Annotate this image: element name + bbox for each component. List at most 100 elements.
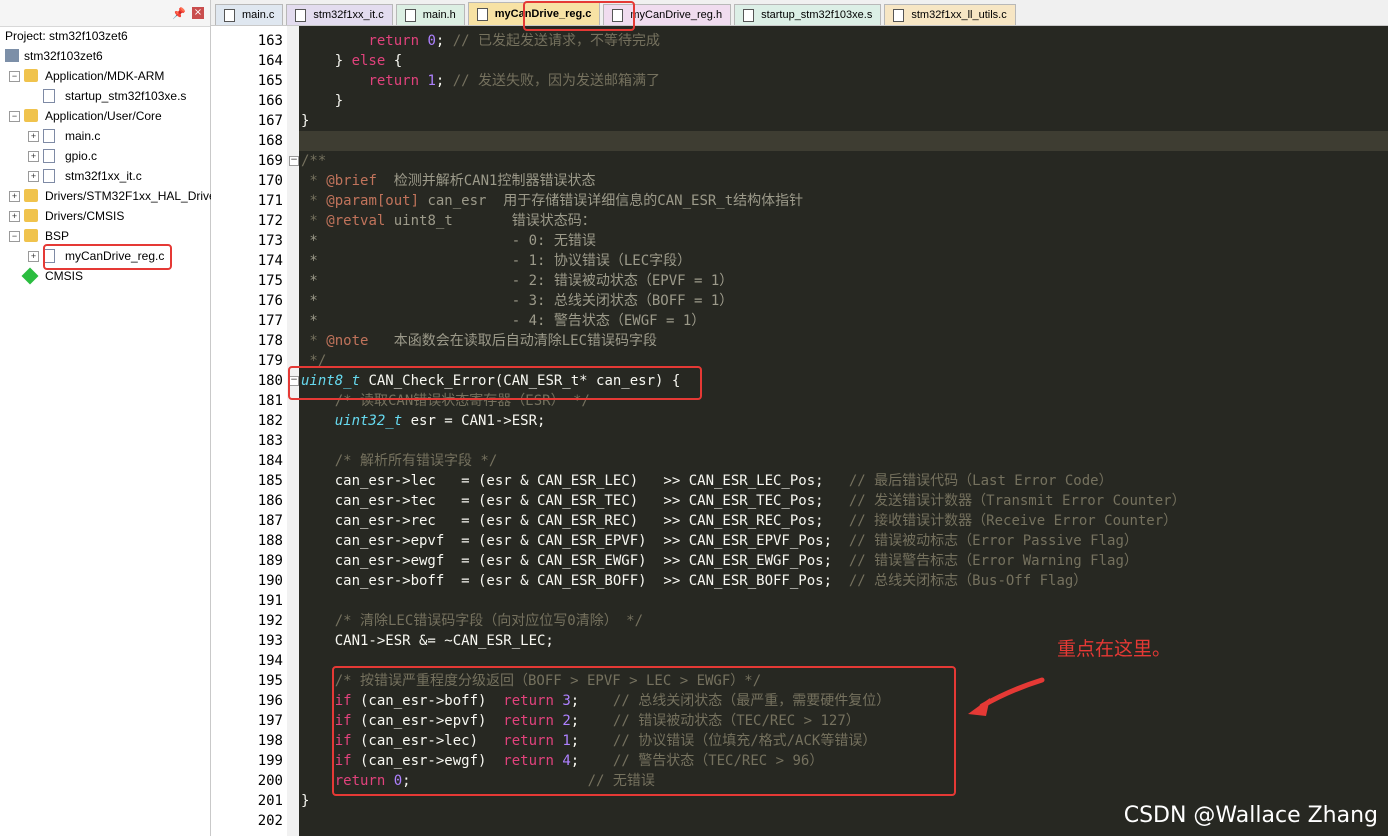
project-root-row[interactable]: stm32f103zet6 <box>0 46 210 66</box>
tab-startup-stm32f103xe-s[interactable]: startup_stm32f103xe.s <box>734 4 882 25</box>
code-line[interactable]: 164 } else { <box>211 51 1388 71</box>
code-line[interactable]: 189 can_esr->ewgf = (esr & CAN_ESR_EWGF)… <box>211 551 1388 571</box>
expand-icon[interactable]: + <box>9 191 20 202</box>
code-line[interactable]: 202 <box>211 811 1388 831</box>
code-line[interactable]: 180− uint8_t CAN_Check_Error(CAN_ESR_t* c… <box>211 371 1388 391</box>
code-token: 2 <box>562 713 571 729</box>
collapse-icon[interactable]: − <box>9 71 20 82</box>
tab-label: stm32f1xx_ll_utils.c <box>911 9 1007 21</box>
tree-item[interactable]: + myCanDrive_reg.c <box>0 246 210 266</box>
code-line[interactable]: 165 return 1; // 发送失败，因为发送邮箱满了 <box>211 71 1388 91</box>
code-token: // 最后错误代码（Last Error Code） <box>848 473 1113 489</box>
code-line[interactable]: 173 * - 0: 无错误 <box>211 231 1388 251</box>
code-token: uint8_t 错误状态码： <box>385 213 596 229</box>
expand-icon[interactable]: + <box>28 131 39 142</box>
line-number: 200 <box>257 773 283 789</box>
project-root-icon <box>5 49 19 62</box>
code-line[interactable]: 194 <box>211 651 1388 671</box>
tree-item[interactable]: + stm32f1xx_it.c <box>0 166 210 186</box>
project-panel: 📌 × Project: stm32f103zet6 stm32f103zet6… <box>0 0 220 836</box>
code-line[interactable]: 187 can_esr->rec = (esr & CAN_ESR_REC) >… <box>211 511 1388 531</box>
code-line[interactable]: 199 if (can_esr->ewgf) return 4; // 警告状态… <box>211 751 1388 771</box>
code-line[interactable]: 198 if (can_esr->lec) return 1; // 协议错误（… <box>211 731 1388 751</box>
code-token: ; <box>570 733 613 749</box>
collapse-icon[interactable]: − <box>9 111 20 122</box>
code-line[interactable]: 183 <box>211 431 1388 451</box>
code-line[interactable]: 185 can_esr->lec = (esr & CAN_ESR_LEC) >… <box>211 471 1388 491</box>
tree-item[interactable]: CMSIS <box>0 266 210 286</box>
code-line[interactable]: 174 * - 1: 协议错误（LEC字段） <box>211 251 1388 271</box>
code-line[interactable]: 201} <box>211 791 1388 811</box>
code-line[interactable]: 163 return 0; // 已发起发送请求，不等待完成 <box>211 31 1388 51</box>
tree-item[interactable]: + main.c <box>0 126 210 146</box>
tab-main-c[interactable]: main.c <box>215 4 284 25</box>
code-line[interactable]: 179 */ <box>211 351 1388 371</box>
code-token: else <box>351 53 386 69</box>
file-icon <box>224 8 235 22</box>
expand-icon[interactable]: + <box>9 211 20 222</box>
code-text: * @retval uint8_t 错误状态码： <box>301 211 596 231</box>
code-line[interactable]: 182 uint32_t esr = CAN1->ESR; <box>211 411 1388 431</box>
code-text: if (can_esr->boff) return 3; // 总线关闭状态（最… <box>301 691 890 711</box>
code-line[interactable]: 186 can_esr->tec = (esr & CAN_ESR_TEC) >… <box>211 491 1388 511</box>
code-line[interactable]: 168 <box>211 131 1388 151</box>
code-text: if (can_esr->epvf) return 2; // 错误被动状态（T… <box>301 711 860 731</box>
expand-icon[interactable]: + <box>28 251 39 262</box>
line-number: 201 <box>257 793 283 809</box>
code-token: (can_esr->epvf) <box>351 713 504 729</box>
tree-item[interactable]: + Drivers/CMSIS <box>0 206 210 226</box>
code-line[interactable]: 195 /* 按错误严重程度分级返回（BOFF > EPVF > LEC > E… <box>211 671 1388 691</box>
code-line[interactable]: 170 * @brief 检测并解析CAN1控制器错误状态 <box>211 171 1388 191</box>
code-line[interactable]: 196 if (can_esr->boff) return 3; // 总线关闭… <box>211 691 1388 711</box>
fold-toggle-icon[interactable]: − <box>289 376 299 386</box>
tab-mycandrive-reg-c[interactable]: myCanDrive_reg.c <box>467 2 601 25</box>
tab-stm32f1xx-it-c[interactable]: stm32f1xx_it.c <box>286 4 393 25</box>
code-token: 检测并解析CAN1控制器错误状态 <box>376 173 596 189</box>
code-line[interactable]: 192 /* 清除LEC错误码字段（向对应位写0清除） */ <box>211 611 1388 631</box>
tree-item[interactable]: − Application/User/Core <box>0 106 210 126</box>
tab-mycandrive-reg-h[interactable]: myCanDrive_reg.h <box>603 4 732 25</box>
tree-item[interactable]: startup_stm32f103xe.s <box>0 86 210 106</box>
close-icon[interactable]: × <box>192 7 204 19</box>
code-text: CAN1->ESR &= ~CAN_ESR_LEC; <box>301 631 554 651</box>
code-line[interactable]: 191 <box>211 591 1388 611</box>
tab-main-h[interactable]: main.h <box>395 4 465 25</box>
code-line[interactable]: 172 * @retval uint8_t 错误状态码： <box>211 211 1388 231</box>
code-line[interactable]: 200 return 0; // 无错误 <box>211 771 1388 791</box>
code-line[interactable]: 181 /* 读取CAN错误状态寄存器（ESR） */ <box>211 391 1388 411</box>
tab-stm32f1xx-ll-utils-c[interactable]: stm32f1xx_ll_utils.c <box>884 4 1016 25</box>
code-token: * <box>301 173 327 189</box>
code-line[interactable]: 177 * - 4: 警告状态（EWGF = 1） <box>211 311 1388 331</box>
code-line[interactable]: 190 can_esr->boff = (esr & CAN_ESR_BOFF)… <box>211 571 1388 591</box>
line-number: 164 <box>257 53 283 69</box>
code-line[interactable]: 176 * - 3: 总线关闭状态（BOFF = 1） <box>211 291 1388 311</box>
code-line[interactable]: 175 * - 2: 错误被动状态（EPVF = 1） <box>211 271 1388 291</box>
code-line[interactable]: 193 CAN1->ESR &= ~CAN_ESR_LEC; <box>211 631 1388 651</box>
tree-item[interactable]: − Application/MDK-ARM <box>0 66 210 86</box>
code-line[interactable]: 188 can_esr->epvf = (esr & CAN_ESR_EPVF)… <box>211 531 1388 551</box>
code-line[interactable]: 171 * @param[out] can_esr 用于存储错误详细信息的CAN… <box>211 191 1388 211</box>
code-text: can_esr->ewgf = (esr & CAN_ESR_EWGF) >> … <box>301 551 1138 571</box>
collapse-icon[interactable]: − <box>9 231 20 242</box>
code-line[interactable]: 184 /* 解析所有错误字段 */ <box>211 451 1388 471</box>
tree-item[interactable]: + gpio.c <box>0 146 210 166</box>
code-line[interactable]: 167} <box>211 111 1388 131</box>
line-number: 196 <box>257 693 283 709</box>
code-line[interactable]: 169−/** <box>211 151 1388 171</box>
code-editor[interactable]: CSDN @Wallace Zhang 163 return 0; // 已发起… <box>211 26 1388 836</box>
code-line[interactable]: 166 } <box>211 91 1388 111</box>
expand-icon[interactable]: + <box>28 171 39 182</box>
code-token: * <box>301 333 327 349</box>
code-text: } <box>301 111 309 131</box>
pin-icon[interactable]: 📌 <box>172 7 186 20</box>
code-token: @param[out] <box>326 193 420 209</box>
code-line[interactable]: 197 if (can_esr->epvf) return 2; // 错误被动… <box>211 711 1388 731</box>
expand-icon[interactable]: + <box>28 151 39 162</box>
fold-toggle-icon[interactable]: − <box>289 156 299 166</box>
code-line[interactable]: 178 * @note 本函数会在读取后自动清除LEC错误码字段 <box>211 331 1388 351</box>
code-text: } <box>301 791 309 811</box>
code-text: /** <box>301 151 326 171</box>
tree-item[interactable]: + Drivers/STM32F1xx_HAL_Driver <box>0 186 220 206</box>
tree-item[interactable]: − BSP <box>0 226 210 246</box>
